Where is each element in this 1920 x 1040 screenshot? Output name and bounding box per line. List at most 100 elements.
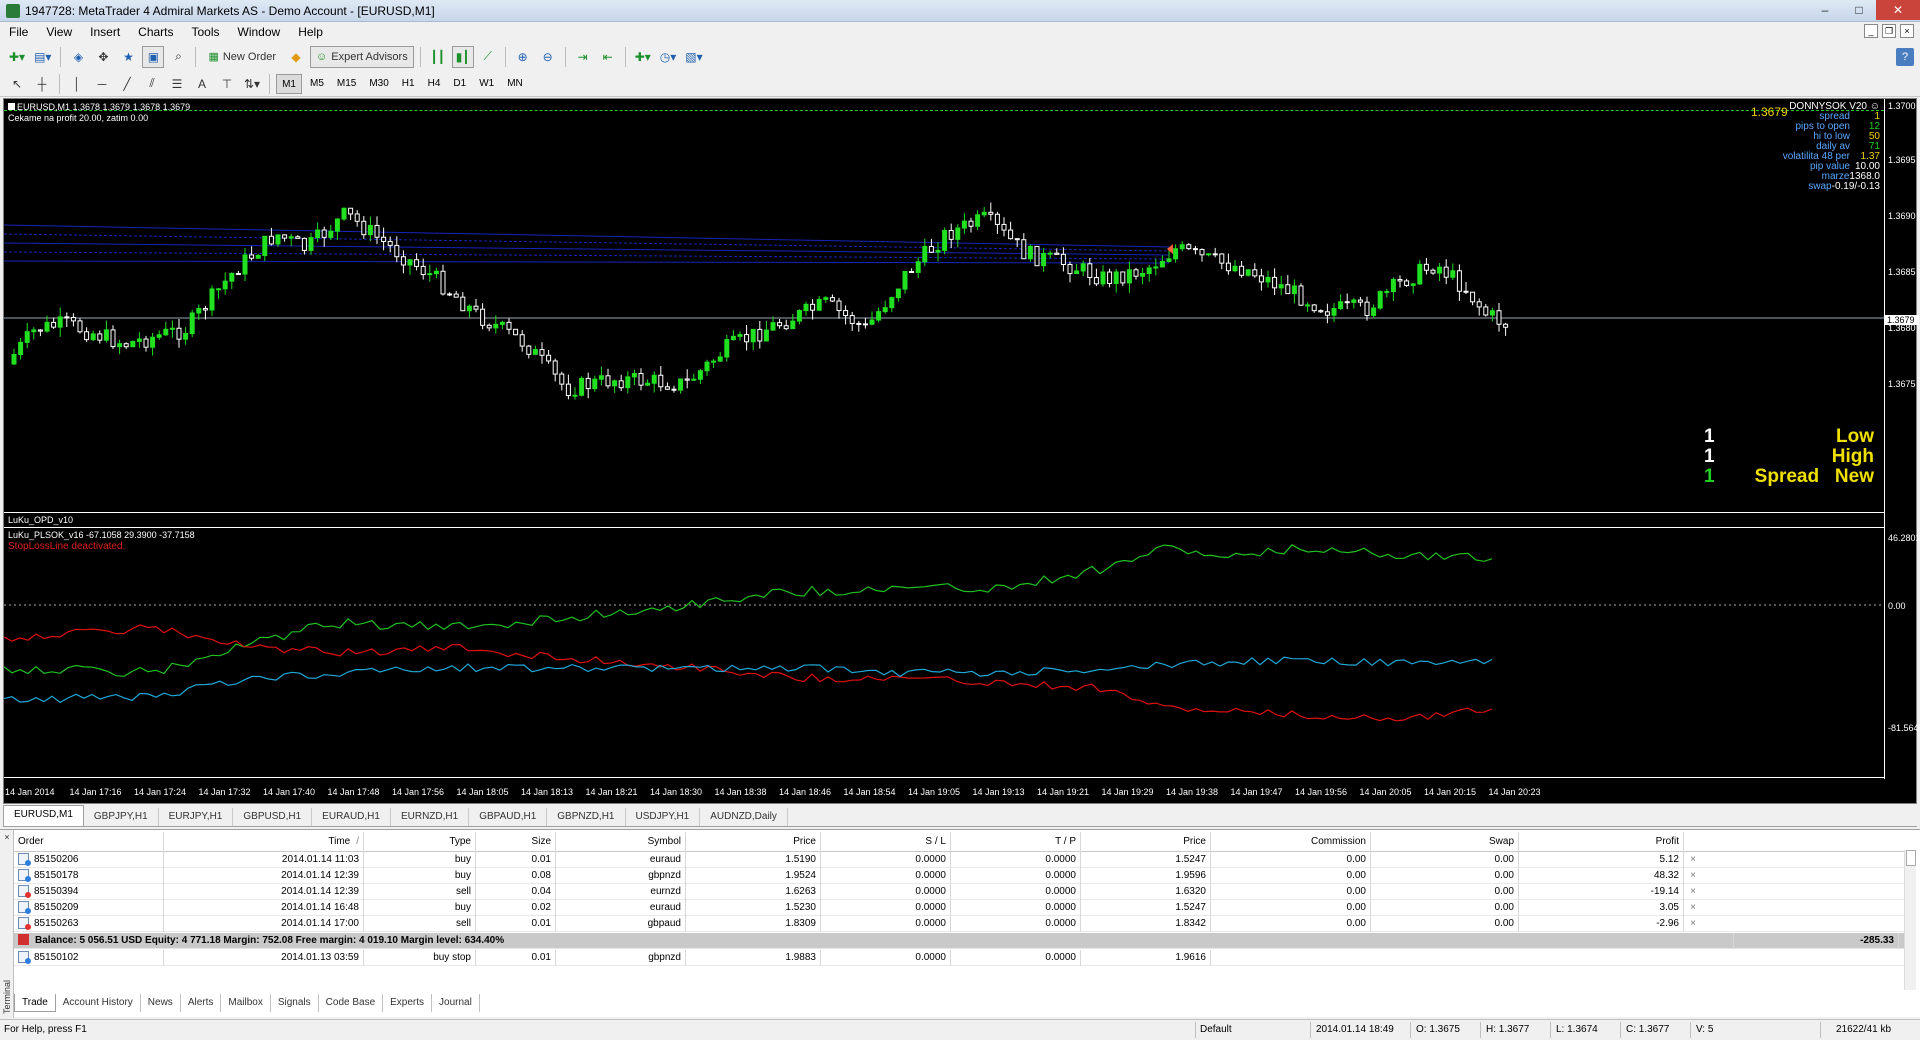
terminal-tab[interactable]: Mailbox (221, 994, 271, 1012)
column-header[interactable]: Order (14, 831, 164, 852)
column-header[interactable]: Profit (1519, 831, 1684, 852)
price-scale[interactable]: 1.3700 1.3695 1.3690 1.3685 1.3680 1.3675 1.36… (1884, 99, 1920, 779)
navigator-icon[interactable]: ★ (117, 46, 139, 68)
data-window-icon[interactable]: ✥ (92, 46, 114, 68)
menu-window[interactable]: Window (229, 22, 290, 42)
chart-tab[interactable]: EURUSD,M1 (3, 805, 84, 826)
column-header[interactable]: Symbol (556, 831, 686, 852)
terminal-tab[interactable]: Trade (14, 994, 56, 1012)
terminal-scrollbar[interactable] (1904, 850, 1916, 990)
mdi-minimize-button[interactable]: _ (1864, 24, 1878, 38)
price-chart[interactable]: EURUSD,M1 1.3678 1.3679 1.3678 1.3679 Ce… (3, 99, 1884, 513)
fibonacci-icon[interactable]: ☰ (166, 73, 188, 95)
arrows-icon[interactable]: ⇅▾ (241, 73, 263, 95)
expert-advisors-button[interactable]: ☺ Expert Advisors (310, 45, 414, 68)
terminal-icon[interactable]: ▣ (142, 45, 165, 68)
terminal-tab[interactable]: Signals (271, 994, 319, 1012)
close-order-icon[interactable]: × (1684, 886, 1702, 897)
market-watch-icon[interactable]: ◈ (67, 46, 89, 68)
mdi-close-button[interactable]: × (1900, 24, 1914, 38)
order-row[interactable]: 85150263 2014.01.14 17:00 sell 0.01 gbpaud 1.… (14, 915, 1904, 932)
column-header[interactable]: T / P (951, 831, 1081, 852)
menu-file[interactable]: File (0, 22, 37, 42)
terminal-tab[interactable]: Code Base (319, 994, 384, 1012)
metaeditor-icon[interactable]: ◆ (285, 46, 307, 68)
terminal-tab[interactable]: Account History (56, 994, 141, 1012)
menu-view[interactable]: View (37, 22, 81, 42)
auto-scroll-icon[interactable]: ⇥ (572, 46, 594, 68)
chart-tab[interactable]: EURNZD,H1 (391, 808, 470, 826)
terminal-tab[interactable]: Alerts (181, 994, 222, 1012)
equidistant-channel-icon[interactable]: ⫽ (141, 73, 163, 95)
column-header[interactable]: Price (1081, 831, 1211, 852)
timeframe-m15[interactable]: M15 (332, 74, 361, 94)
bar-chart-icon[interactable]: ┃┃ (427, 46, 449, 68)
menu-tools[interactable]: Tools (183, 22, 229, 42)
chart-tab[interactable]: GBPUSD,H1 (233, 808, 313, 826)
periods-icon[interactable]: ◷▾ (657, 46, 680, 68)
close-button[interactable]: ✕ (1876, 0, 1920, 20)
maximize-button[interactable]: □ (1842, 0, 1876, 20)
close-order-icon[interactable]: × (1684, 870, 1702, 881)
close-order-icon[interactable]: × (1684, 918, 1702, 929)
timeframe-d1[interactable]: D1 (448, 74, 471, 94)
cursor-icon[interactable]: ↖ (6, 73, 28, 95)
status-profile[interactable]: Default (1200, 1024, 1232, 1035)
column-header[interactable]: Swap (1371, 831, 1519, 852)
column-header[interactable]: Price (686, 831, 821, 852)
line-chart-icon[interactable]: ⟋ (477, 46, 499, 68)
candlestick-icon[interactable]: ▮┃ (451, 45, 474, 68)
zoom-out-icon[interactable]: ⊖ (537, 46, 559, 68)
order-row[interactable]: 85150206 2014.01.14 11:03 buy 0.01 euraud 1.5… (14, 851, 1904, 868)
text-icon[interactable]: A (191, 73, 213, 95)
order-row[interactable]: 85150178 2014.01.14 12:39 buy 0.08 gbpnzd 1.9… (14, 867, 1904, 884)
zoom-in-icon[interactable]: ⊕ (512, 46, 534, 68)
chart-tab[interactable]: GBPAUD,H1 (469, 808, 548, 826)
minimize-button[interactable]: – (1808, 0, 1842, 20)
timeframe-m1[interactable]: M1 (276, 73, 302, 94)
chart-window[interactable]: EURUSD,M1 1.3678 1.3679 1.3678 1.3679 Ce… (3, 98, 1920, 804)
timeframe-h1[interactable]: H1 (397, 74, 420, 94)
trendline-icon[interactable]: ╱ (116, 73, 138, 95)
mdi-restore-button[interactable]: ❐ (1882, 24, 1896, 38)
column-header[interactable]: Time / (164, 831, 364, 852)
templates-icon[interactable]: ▧▾ (682, 46, 705, 68)
crosshair-icon[interactable]: ┼ (31, 73, 53, 95)
terminal-close-icon[interactable]: × (2, 832, 12, 842)
time-scale[interactable]: 14 Jan 2014 14 Jan 17:16 14 Jan 17:24 14 Ja… (4, 781, 1884, 803)
profiles-icon[interactable]: ▤▾ (31, 46, 54, 68)
strategy-tester-icon[interactable]: ⌕ (167, 46, 189, 68)
terminal-tab[interactable]: News (141, 994, 181, 1012)
column-header[interactable]: Type (364, 831, 476, 852)
column-header[interactable]: Size (476, 831, 556, 852)
close-order-icon[interactable]: × (1684, 854, 1702, 865)
chart-tab[interactable]: GBPNZD,H1 (547, 808, 626, 826)
chart-tab[interactable]: EURJPY,H1 (159, 808, 234, 826)
pending-order-row[interactable]: 85150102 2014.01.13 03:59 buy stop 0.01 gbpn… (14, 949, 1904, 966)
new-order-button[interactable]: ▦ New Order (202, 46, 282, 68)
chart-tab[interactable]: USDJPY,H1 (626, 808, 701, 826)
horizontal-line-icon[interactable]: ─ (91, 73, 113, 95)
order-row[interactable]: 85150209 2014.01.14 16:48 buy 0.02 euraud 1.5… (14, 899, 1904, 916)
terminal-tab[interactable]: Experts (383, 994, 433, 1012)
column-header[interactable]: Commission (1211, 831, 1371, 852)
chart-tab[interactable]: AUDNZD,Daily (700, 808, 788, 826)
timeframe-m5[interactable]: M5 (305, 74, 329, 94)
menu-help[interactable]: Help (289, 22, 332, 42)
vertical-line-icon[interactable]: │ (66, 73, 88, 95)
timeframe-m30[interactable]: M30 (364, 74, 393, 94)
close-order-icon[interactable]: × (1684, 902, 1702, 913)
indicators-icon[interactable]: ✚▾ (632, 46, 654, 68)
text-label-icon[interactable]: ⊤ (216, 73, 238, 95)
new-chart-icon[interactable]: ✚▾ (6, 46, 28, 68)
indicator-subwindow[interactable]: LuKu_PLSOK_v16 -67.1058 29.3900 -37.7158… (3, 527, 1884, 778)
terminal-tab[interactable]: Journal (432, 994, 480, 1012)
chart-tab[interactable]: EURAUD,H1 (312, 808, 391, 826)
chart-shift-icon[interactable]: ⇤ (597, 46, 619, 68)
chart-tab[interactable]: GBPJPY,H1 (84, 808, 159, 826)
help-icon[interactable]: ? (1896, 48, 1914, 66)
timeframe-mn[interactable]: MN (502, 74, 528, 94)
timeframe-w1[interactable]: W1 (474, 74, 499, 94)
column-header[interactable]: S / L (821, 831, 951, 852)
menu-insert[interactable]: Insert (81, 22, 129, 42)
